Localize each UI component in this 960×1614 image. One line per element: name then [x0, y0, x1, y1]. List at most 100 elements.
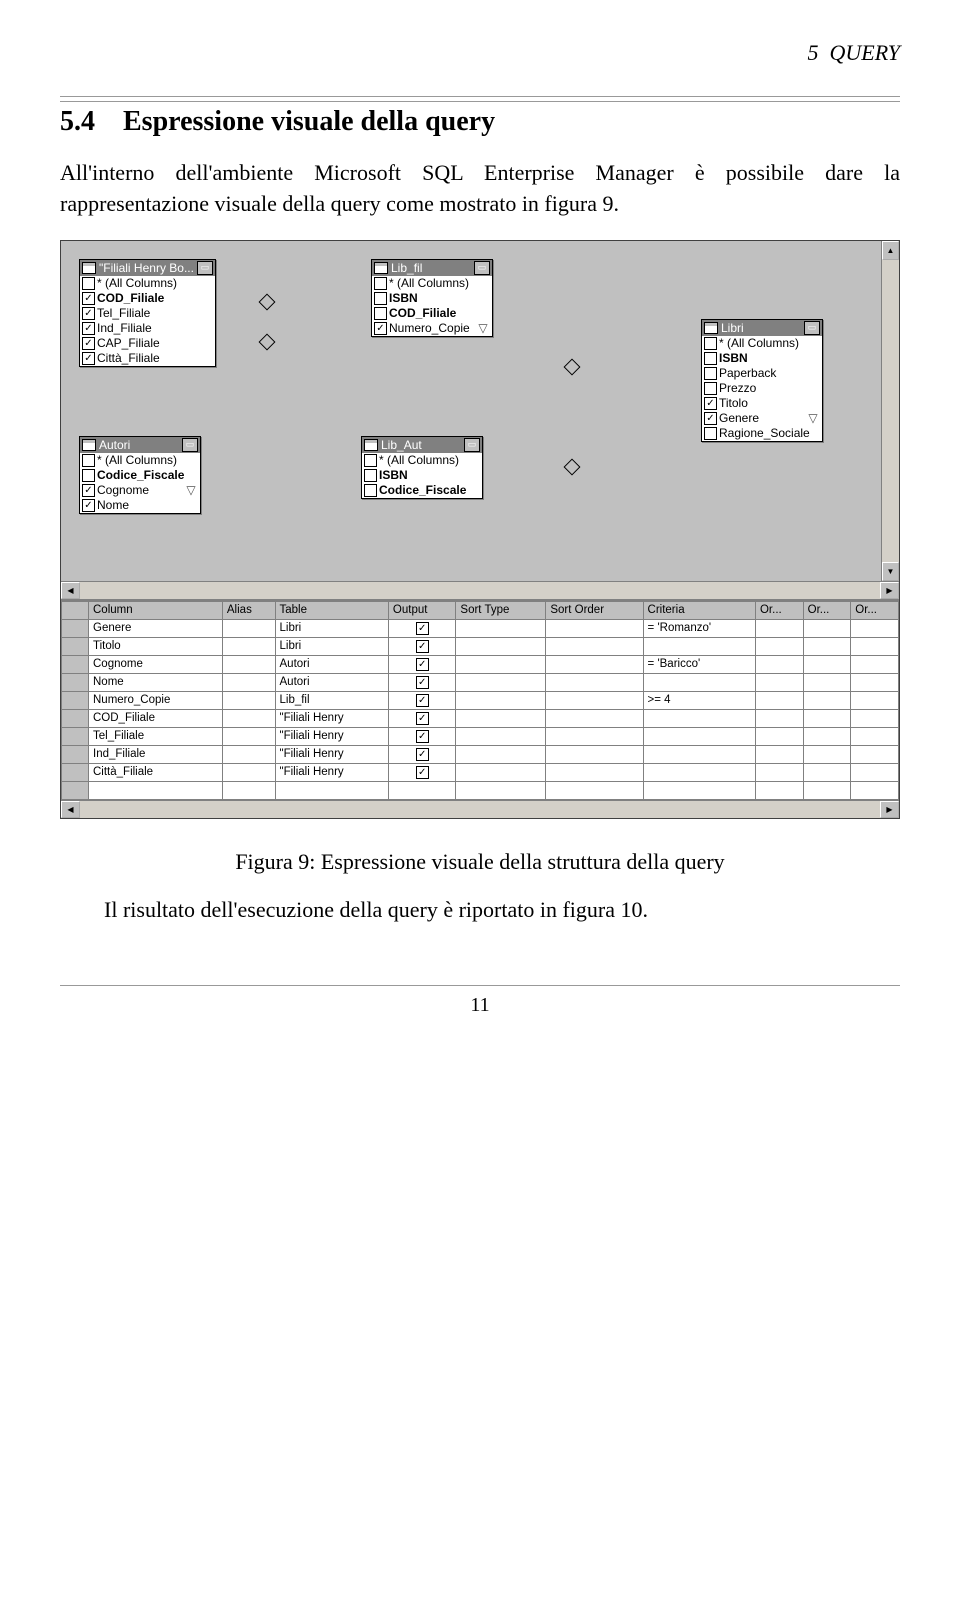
field-checkbox[interactable] [82, 454, 95, 467]
field-row[interactable]: * (All Columns) [702, 336, 822, 351]
field-row[interactable]: COD_Filiale [372, 306, 492, 321]
row-header[interactable] [62, 709, 89, 727]
join-diamond[interactable] [564, 358, 581, 375]
field-checkbox[interactable] [82, 307, 95, 320]
field-checkbox[interactable] [82, 469, 95, 482]
output-checkbox[interactable] [416, 694, 429, 707]
field-row[interactable]: Codice_Fiscale [80, 468, 200, 483]
grid-cell[interactable] [222, 727, 275, 745]
grid-cell[interactable] [755, 709, 803, 727]
table-lib-aut[interactable]: Lib_Aut ▭ * (All Columns)ISBNCodice_Fisc… [361, 436, 483, 499]
grid-cell[interactable] [643, 763, 755, 781]
grid-cell[interactable] [851, 637, 899, 655]
grid-cell[interactable] [851, 619, 899, 637]
grid-cell[interactable] [803, 745, 851, 763]
grid-cell-output[interactable] [388, 691, 455, 709]
row-header[interactable] [62, 763, 89, 781]
field-row[interactable]: Città_Filiale [80, 351, 215, 366]
grid-cell[interactable] [222, 763, 275, 781]
grid-cell[interactable] [803, 655, 851, 673]
grid-row[interactable]: TitoloLibri [62, 637, 899, 655]
grid-cell[interactable]: >= 4 [643, 691, 755, 709]
table-title-bar[interactable]: Lib_fil ▭ [372, 260, 492, 276]
scroll-left-button[interactable]: ◀ [61, 801, 80, 818]
field-checkbox[interactable] [704, 382, 717, 395]
scroll-right-button[interactable]: ▶ [880, 582, 899, 599]
grid-cell[interactable] [546, 745, 643, 763]
grid-cell[interactable] [803, 637, 851, 655]
scroll-up-button[interactable]: ▲ [882, 241, 899, 260]
grid-cell[interactable] [851, 691, 899, 709]
row-header[interactable] [62, 637, 89, 655]
grid-cell[interactable] [755, 673, 803, 691]
grid-cell-output[interactable] [388, 655, 455, 673]
grid-cell[interactable] [803, 709, 851, 727]
grid-cell[interactable]: = 'Baricco' [643, 655, 755, 673]
output-checkbox[interactable] [416, 766, 429, 779]
grid-cell[interactable] [755, 655, 803, 673]
field-row[interactable]: Ragione_Sociale [702, 426, 822, 441]
field-checkbox[interactable] [704, 367, 717, 380]
field-row[interactable]: COD_Filiale [80, 291, 215, 306]
minimize-button[interactable]: ▭ [474, 261, 490, 275]
grid-cell[interactable] [456, 745, 546, 763]
table-title-bar[interactable]: Autori ▭ [80, 437, 200, 453]
grid-cell[interactable] [851, 673, 899, 691]
output-checkbox[interactable] [416, 640, 429, 653]
grid-cell[interactable] [643, 673, 755, 691]
field-checkbox[interactable] [364, 484, 377, 497]
grid-cell[interactable] [643, 709, 755, 727]
minimize-button[interactable]: ▭ [464, 438, 480, 452]
field-row[interactable]: Cognome▽ [80, 483, 200, 498]
grid-row-empty[interactable] [62, 781, 899, 799]
grid-cell[interactable] [546, 709, 643, 727]
field-checkbox[interactable] [704, 397, 717, 410]
field-checkbox[interactable] [704, 352, 717, 365]
field-row[interactable]: Codice_Fiscale [362, 483, 482, 498]
minimize-button[interactable]: ▭ [182, 438, 198, 452]
grid-cell[interactable] [456, 691, 546, 709]
field-checkbox[interactable] [364, 469, 377, 482]
grid-cell[interactable] [546, 655, 643, 673]
grid-header-cell[interactable]: Or... [803, 601, 851, 619]
grid-cell[interactable] [755, 763, 803, 781]
field-row[interactable]: * (All Columns) [80, 453, 200, 468]
grid-cell-output[interactable] [388, 619, 455, 637]
grid-cell[interactable] [222, 691, 275, 709]
grid-row[interactable]: Città_Filiale"Filiali Henry [62, 763, 899, 781]
grid-cell[interactable] [222, 655, 275, 673]
field-row[interactable]: Tel_Filiale [80, 306, 215, 321]
grid-header-cell[interactable]: Criteria [643, 601, 755, 619]
field-row[interactable]: Paperback [702, 366, 822, 381]
grid-cell[interactable]: "Filiali Henry [275, 709, 388, 727]
field-checkbox[interactable] [374, 292, 387, 305]
grid-cell[interactable] [755, 637, 803, 655]
grid-cell[interactable]: COD_Filiale [89, 709, 223, 727]
grid-cell[interactable] [456, 673, 546, 691]
grid-cell[interactable] [851, 745, 899, 763]
grid-cell[interactable] [803, 673, 851, 691]
grid-cell[interactable] [456, 763, 546, 781]
grid-cell[interactable]: Ind_Filiale [89, 745, 223, 763]
grid-cell[interactable] [803, 727, 851, 745]
grid-header-cell[interactable]: Or... [851, 601, 899, 619]
table-title-bar[interactable]: "Filiali Henry Bo... ▭ [80, 260, 215, 276]
field-row[interactable]: Prezzo [702, 381, 822, 396]
field-row[interactable]: Genere▽ [702, 411, 822, 426]
grid-cell[interactable]: Autori [275, 673, 388, 691]
grid-cell[interactable]: Libri [275, 637, 388, 655]
grid-cell[interactable]: Autori [275, 655, 388, 673]
row-header[interactable] [62, 673, 89, 691]
diagram-scrollbar-vertical[interactable]: ▲ ▼ [881, 241, 899, 581]
scroll-right-button[interactable]: ▶ [880, 801, 899, 818]
output-checkbox[interactable] [416, 730, 429, 743]
field-row[interactable]: Numero_Copie▽ [372, 321, 492, 336]
grid-cell[interactable]: "Filiali Henry [275, 763, 388, 781]
field-row[interactable]: ISBN [362, 468, 482, 483]
grid-cell-output[interactable] [388, 709, 455, 727]
field-row[interactable]: * (All Columns) [372, 276, 492, 291]
field-checkbox[interactable] [82, 499, 95, 512]
grid-cell[interactable] [755, 745, 803, 763]
grid-cell[interactable] [851, 655, 899, 673]
field-checkbox[interactable] [374, 322, 387, 335]
